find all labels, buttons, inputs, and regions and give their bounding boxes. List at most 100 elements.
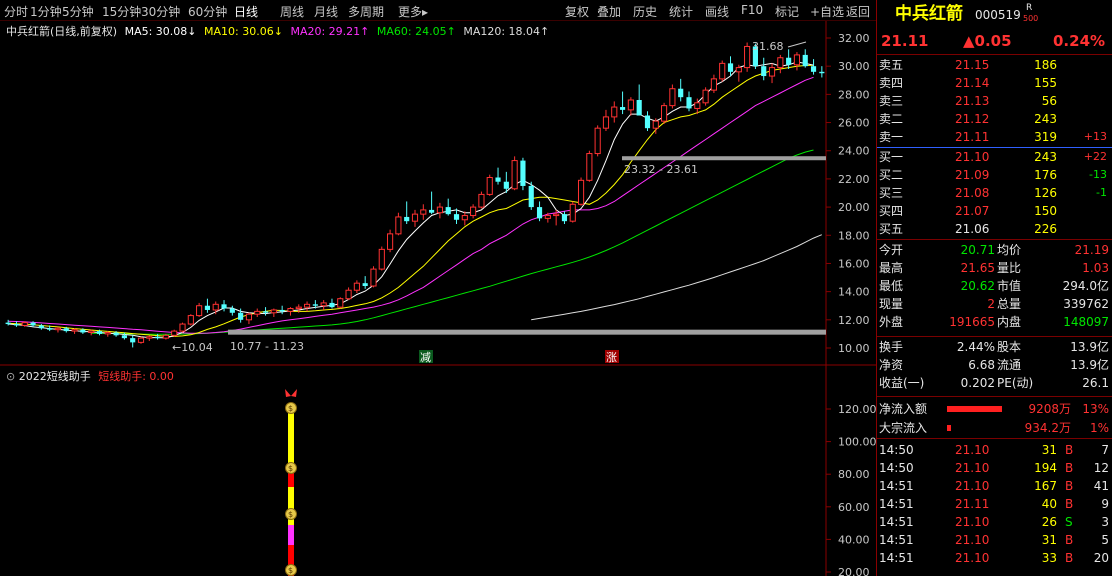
ask-row-3[interactable]: 卖三 21.13 56 [877,92,1112,110]
candle-body [38,325,44,329]
candle[interactable] [130,335,136,348]
candle[interactable] [528,181,534,210]
candle[interactable] [678,78,684,102]
ask-row-5[interactable]: 卖五 21.15 186 [877,56,1112,74]
candle[interactable] [620,91,626,115]
ma20-line [8,76,814,334]
candle-body [146,336,153,339]
candle[interactable] [686,91,692,112]
ask-row-2[interactable]: 卖二 21.12 243 [877,110,1112,128]
candle[interactable] [262,307,269,316]
candle[interactable] [337,297,344,309]
candle[interactable] [478,191,485,209]
candle[interactable] [303,301,311,312]
candle[interactable] [370,266,377,288]
candle[interactable] [719,60,726,82]
stat-value: 339762 [1063,297,1109,311]
candle[interactable] [179,322,186,333]
candle[interactable] [221,300,227,312]
bid-row-4[interactable]: 买四 21.07 150 [877,202,1112,220]
candle[interactable] [810,59,817,75]
candle[interactable] [536,201,543,222]
candle[interactable] [586,150,593,182]
candle[interactable] [146,335,153,341]
candle[interactable] [155,333,161,340]
candle[interactable] [627,97,634,116]
candle[interactable] [387,229,394,253]
candle[interactable] [411,209,419,227]
candle[interactable] [171,329,178,337]
candle[interactable] [470,204,477,219]
ask-row-4[interactable]: 卖四 21.14 155 [877,74,1112,92]
section-divider [877,396,1112,397]
candle[interactable] [445,198,451,216]
candle[interactable] [204,298,210,313]
candle[interactable] [245,312,253,325]
ask-label: 卖一 [879,130,904,144]
candle[interactable] [137,336,145,344]
candle[interactable] [270,308,277,317]
candle[interactable] [378,246,385,271]
candle[interactable] [287,307,294,316]
candle-body [212,303,219,311]
candle[interactable] [420,204,427,220]
sub-chart-collapse-icon[interactable]: ⊙ [6,370,15,383]
candle[interactable] [819,66,825,78]
candle[interactable] [802,49,808,68]
tick-count: 7 [1101,443,1109,457]
candle[interactable] [611,101,618,123]
high-arrow [787,41,807,48]
candle[interactable] [793,52,801,71]
candle[interactable] [196,302,203,317]
candle[interactable] [569,201,576,223]
candle-body [21,322,28,326]
candle[interactable] [636,84,642,116]
candle[interactable] [345,287,352,301]
candle[interactable] [744,42,751,72]
candle[interactable] [353,280,360,294]
candle[interactable] [594,125,601,157]
bid-row-1[interactable]: 买一 21.10 243 +22 [877,148,1112,166]
candle[interactable] [461,211,468,226]
candle[interactable] [669,84,676,109]
bid-row-2[interactable]: 买二 21.09 176 -13 [877,166,1112,184]
candle[interactable] [162,333,169,340]
candle-body [569,203,576,222]
bid-row-3[interactable]: 买三 21.08 126 -1 [877,184,1112,202]
candle[interactable] [187,314,194,326]
ma5-line [8,61,814,339]
candle[interactable] [229,305,235,316]
candle[interactable] [735,64,742,82]
candle[interactable] [777,54,784,74]
candle[interactable] [561,211,568,224]
tick-volume: 40 [1041,497,1057,511]
candle[interactable] [577,177,585,206]
candle[interactable] [329,298,335,309]
candle[interactable] [54,326,62,333]
candle[interactable] [786,49,792,69]
candle[interactable] [710,74,717,93]
ask-row-1[interactable]: 卖一 21.11 319 +13 [877,128,1112,146]
candle[interactable] [486,174,493,196]
candle[interactable] [520,157,526,191]
candle[interactable] [511,156,518,191]
candle[interactable] [254,308,261,317]
candlestick-chart[interactable]: 31.68←10.04 10.77 - 11.2323.32 - 23.61减涨 … [0,0,876,576]
candle[interactable] [436,202,443,219]
candle[interactable] [320,300,327,310]
candle[interactable] [644,111,651,131]
candle[interactable] [395,212,402,236]
candle[interactable] [362,276,368,289]
candle[interactable] [768,63,776,84]
candle[interactable] [602,109,610,131]
candle[interactable] [429,191,435,215]
candle[interactable] [761,57,767,81]
candle[interactable] [495,167,501,185]
bid-row-5[interactable]: 买五 21.06 226 [877,220,1112,238]
candle[interactable] [727,56,734,77]
candle[interactable] [661,102,668,124]
candle-body [187,315,194,325]
candle[interactable] [702,87,709,106]
band-high-label: 23.32 - 23.61 [624,163,698,176]
candle[interactable] [404,201,410,224]
